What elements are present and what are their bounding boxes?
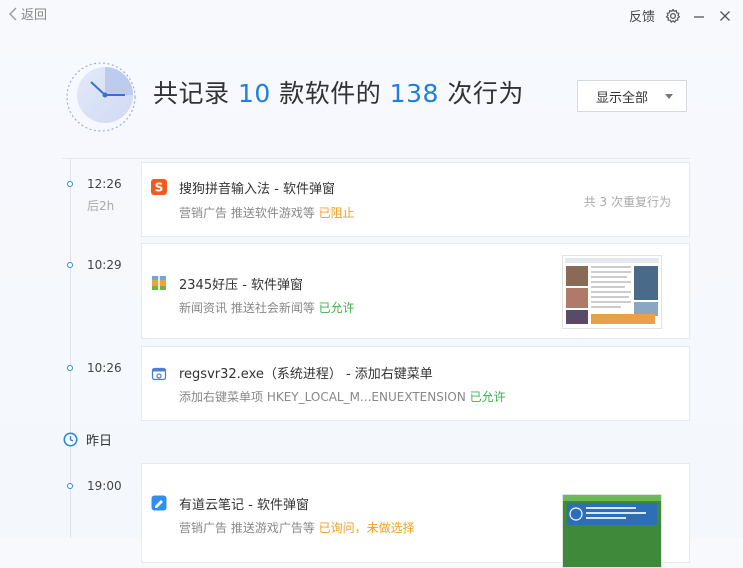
sogou-input-icon: S: [151, 179, 167, 195]
status-badge: 已允许: [469, 390, 506, 404]
event-card[interactable]: S 搜狗拼音输入法 - 软件弹窗 营销广告 推送软件游戏等 已阻止 共 3 次重…: [141, 162, 690, 237]
event-title: 2345好压 - 软件弹窗: [179, 278, 304, 293]
gear-icon[interactable]: [665, 8, 681, 24]
event-detail: 营销广告 推送游戏广告等 已询问，未做选择: [179, 521, 415, 535]
clock-icon: [66, 62, 136, 132]
close-icon[interactable]: [717, 8, 733, 24]
status-badge: 已阻止: [318, 206, 355, 220]
chevron-left-icon: [9, 7, 17, 20]
divider: [62, 158, 690, 159]
filter-dropdown[interactable]: 显示全部: [577, 80, 687, 112]
event-time: 10:26: [87, 361, 122, 375]
repeat-count: 共 3 次重复行为: [583, 195, 671, 209]
youdao-note-icon: [151, 495, 167, 511]
event-time: 10:29: [87, 258, 122, 272]
timeline-dot: [67, 262, 73, 268]
event-detail: 新闻资讯 推送社会新闻等 已允许: [179, 301, 355, 315]
clock-icon: [63, 432, 78, 447]
event-title: 有道云笔记 - 软件弹窗: [179, 498, 309, 513]
event-card[interactable]: 2345好压 - 软件弹窗 新闻资讯 推送社会新闻等 已允许: [141, 243, 690, 339]
popup-preview-thumbnail[interactable]: [562, 255, 662, 329]
timeline-dot: [67, 181, 73, 187]
event-time: 12:26: [87, 177, 122, 191]
timeline-dot: [67, 483, 73, 489]
timeline-dot: [67, 365, 73, 371]
day-divider-label: 昨日: [86, 434, 113, 449]
event-time: 19:00: [87, 479, 122, 493]
event-detail: 营销广告 推送软件游戏等 已阻止: [179, 206, 355, 220]
software-count: 10: [237, 79, 271, 108]
system-process-icon: [151, 367, 167, 381]
event-card[interactable]: regsvr32.exe（系统进程） - 添加右键菜单 添加右键菜单项 HKEY…: [141, 346, 690, 421]
back-label: 返回: [21, 8, 48, 23]
popup-preview-thumbnail[interactable]: [562, 494, 662, 568]
event-card[interactable]: 有道云笔记 - 软件弹窗 营销广告 推送游戏广告等 已询问，未做选择: [141, 463, 690, 568]
window-controls: 反馈: [629, 6, 733, 25]
status-badge: 已允许: [318, 301, 355, 315]
event-ago: 后2h: [87, 199, 115, 213]
event-title: regsvr32.exe（系统进程） - 添加右键菜单: [179, 367, 433, 382]
status-badge: 已询问，未做选择: [318, 521, 415, 535]
title-bar: 返回 反馈: [0, 0, 743, 30]
feedback-link[interactable]: 反馈: [629, 6, 655, 25]
action-count: 138: [389, 79, 439, 108]
summary-headline: 共记录 10 款软件的 138 次行为: [153, 79, 524, 108]
back-button[interactable]: 返回: [8, 4, 47, 23]
minimize-icon[interactable]: [691, 8, 707, 24]
svg-text:S: S: [155, 181, 164, 195]
timeline-line: [70, 158, 71, 538]
caret-down-icon: [665, 94, 673, 99]
event-detail: 添加右键菜单项 HKEY_LOCAL_M...ENUEXTENSION 已允许: [179, 390, 506, 404]
event-title: 搜狗拼音输入法 - 软件弹窗: [179, 182, 335, 197]
day-divider: 昨日: [63, 430, 112, 449]
2345-archive-icon: [152, 276, 166, 290]
filter-dropdown-label: 显示全部: [596, 90, 649, 106]
